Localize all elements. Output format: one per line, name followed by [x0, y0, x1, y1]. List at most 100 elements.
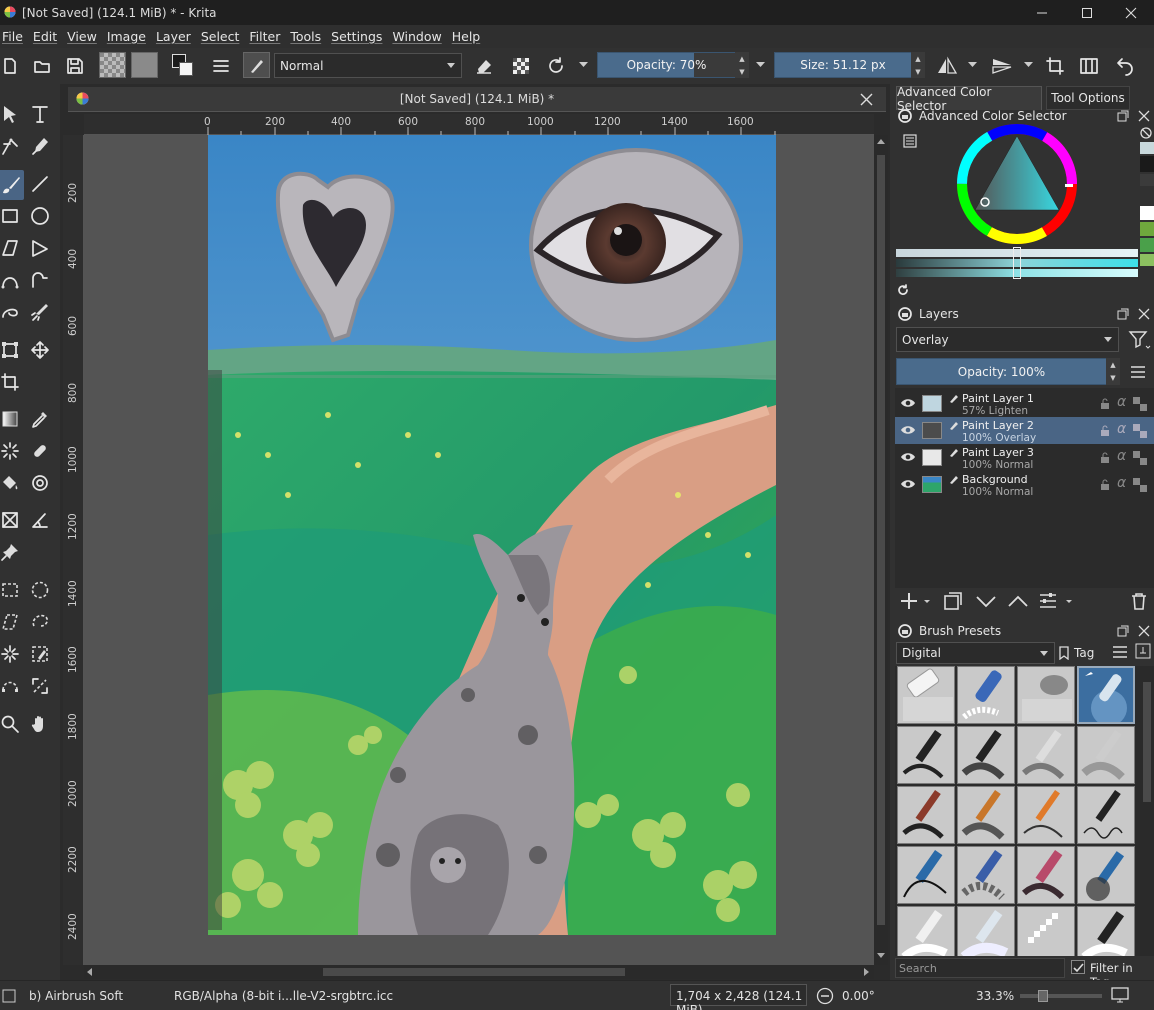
layer-row-paint-layer-1[interactable]: Paint Layer 1 57% Lighten α: [895, 390, 1154, 417]
brush-scrollbar[interactable]: [1140, 666, 1154, 956]
brush-preset[interactable]: [957, 846, 1015, 904]
close-icon[interactable]: [1138, 308, 1150, 320]
bezier-curve-tool[interactable]: [0, 266, 24, 294]
float-docker-icon[interactable]: [1117, 110, 1129, 122]
calligraphy-tool[interactable]: [26, 132, 54, 160]
brush-preset[interactable]: [897, 906, 955, 956]
inherit-alpha-icon[interactable]: [1133, 478, 1147, 492]
brush-preset[interactable]: [1017, 786, 1075, 844]
lock-icon[interactable]: [1100, 479, 1110, 491]
menu-select[interactable]: Select: [196, 29, 245, 44]
brush-preset[interactable]: [1017, 726, 1075, 784]
contiguous-selection-tool[interactable]: [0, 640, 24, 668]
polyline-tool[interactable]: [26, 234, 54, 262]
magnetic-selection-tool[interactable]: [26, 672, 54, 700]
rectangle-tool[interactable]: [0, 202, 24, 230]
vertical-scrollbar[interactable]: [874, 135, 888, 965]
rectangular-selection-tool[interactable]: [0, 576, 24, 604]
brush-tag-select[interactable]: Digital: [896, 642, 1055, 664]
gradient-tool[interactable]: [0, 405, 24, 433]
perspective-grid-tool[interactable]: [0, 506, 24, 534]
brush-preset-button[interactable]: [243, 52, 270, 78]
layer-row-background[interactable]: Background 100% Normal α: [895, 471, 1154, 498]
move-layer-up-icon[interactable]: [1007, 591, 1029, 611]
pattern-selector-button[interactable]: [131, 52, 158, 78]
brush-preset[interactable]: [957, 906, 1015, 956]
filter-in-tag-checkbox[interactable]: [1071, 960, 1085, 974]
pan-tool[interactable]: [26, 710, 54, 738]
close-icon[interactable]: [860, 93, 873, 106]
color-slider-handle[interactable]: [1013, 247, 1021, 279]
rotation-icon[interactable]: [816, 987, 834, 1005]
chevron-down-icon[interactable]: [579, 62, 588, 68]
filter-icon[interactable]: [1128, 329, 1152, 351]
chevron-down-icon[interactable]: [1024, 62, 1033, 68]
brush-preset[interactable]: [897, 666, 955, 724]
layer-opacity-spinner[interactable]: ▲ ▼: [1106, 358, 1120, 385]
lock-icon[interactable]: [898, 109, 912, 123]
save-button[interactable]: [61, 52, 89, 80]
lock-icon[interactable]: [1100, 452, 1110, 464]
crop-tool[interactable]: [0, 368, 24, 396]
fit-to-view-icon[interactable]: [1111, 987, 1129, 1003]
color-swatch[interactable]: [1140, 142, 1154, 154]
brush-search-input[interactable]: Search: [895, 958, 1065, 978]
trash-icon[interactable]: [1129, 591, 1149, 611]
freehand-brush-tool[interactable]: [0, 170, 24, 200]
inherit-alpha-icon[interactable]: [1133, 451, 1147, 465]
brush-view-settings-icon[interactable]: [1135, 643, 1151, 659]
menu-edit[interactable]: Edit: [28, 29, 62, 44]
chevron-right-icon[interactable]: [864, 968, 870, 976]
colorize-mask-tool[interactable]: [0, 437, 24, 465]
opacity-spinner[interactable]: ▲ ▼: [735, 52, 749, 78]
layer-row-paint-layer-3[interactable]: Paint Layer 3 100% Normal α: [895, 444, 1154, 471]
workspace-button[interactable]: [1075, 52, 1103, 80]
alpha-lock-icon[interactable]: α: [1117, 448, 1126, 464]
lock-icon[interactable]: [1100, 398, 1110, 410]
menu-layer[interactable]: Layer: [151, 29, 196, 44]
menu-tools[interactable]: Tools: [285, 29, 326, 44]
menu-view[interactable]: View: [62, 29, 102, 44]
size-spinner[interactable]: ▲ ▼: [911, 52, 925, 78]
brush-size-slider[interactable]: Size: 51.12 px: [774, 52, 912, 78]
menu-file[interactable]: File: [0, 29, 28, 44]
color-selector-settings-icon[interactable]: [902, 133, 918, 149]
brush-preset[interactable]: [897, 786, 955, 844]
alpha-lock-icon[interactable]: α: [1117, 475, 1126, 491]
multibrush-tool[interactable]: [26, 298, 54, 326]
brush-scrollbar-thumb[interactable]: [1143, 682, 1151, 802]
close-button[interactable]: [1108, 0, 1154, 25]
menu-window[interactable]: Window: [387, 29, 446, 44]
minimize-button[interactable]: [1019, 0, 1065, 25]
brush-preset-selected-airbrush[interactable]: [1077, 666, 1135, 724]
zoom-slider-handle[interactable]: [1038, 990, 1048, 1002]
color-swatch[interactable]: [1140, 254, 1154, 266]
inherit-alpha-icon[interactable]: [1133, 397, 1147, 411]
mirror-vertical-button[interactable]: [988, 52, 1016, 80]
elliptical-selection-tool[interactable]: [26, 576, 54, 604]
brush-preset[interactable]: [1017, 846, 1075, 904]
polygon-tool[interactable]: [0, 234, 24, 262]
alpha-lock-icon[interactable]: α: [1117, 421, 1126, 437]
measure-tool[interactable]: [26, 506, 54, 534]
eraser-mode-button[interactable]: [470, 52, 498, 80]
background-color-swatch[interactable]: [179, 62, 193, 76]
document-tab[interactable]: [Not Saved] (124.1 MiB) *: [68, 87, 886, 112]
canvas-painting[interactable]: [208, 135, 776, 935]
polygonal-selection-tool[interactable]: [0, 608, 24, 636]
brush-preset[interactable]: [957, 786, 1015, 844]
fill-options-button[interactable]: [207, 52, 235, 80]
new-document-button[interactable]: [0, 52, 24, 80]
float-docker-icon[interactable]: [1117, 308, 1129, 320]
layer-properties-icon[interactable]: [1038, 591, 1076, 611]
vertical-scrollbar-thumb[interactable]: [877, 155, 885, 925]
mirror-horizontal-button[interactable]: [933, 52, 961, 80]
similar-color-selection-tool[interactable]: [26, 640, 54, 668]
fill-tool[interactable]: [0, 469, 24, 497]
transform-tool[interactable]: [0, 336, 24, 364]
eye-icon[interactable]: [900, 478, 916, 490]
close-icon[interactable]: [1138, 625, 1150, 637]
layer-opacity-slider[interactable]: Opacity: 100%: [896, 358, 1107, 385]
color-wheel[interactable]: [955, 122, 1079, 246]
eye-icon[interactable]: [900, 451, 916, 463]
